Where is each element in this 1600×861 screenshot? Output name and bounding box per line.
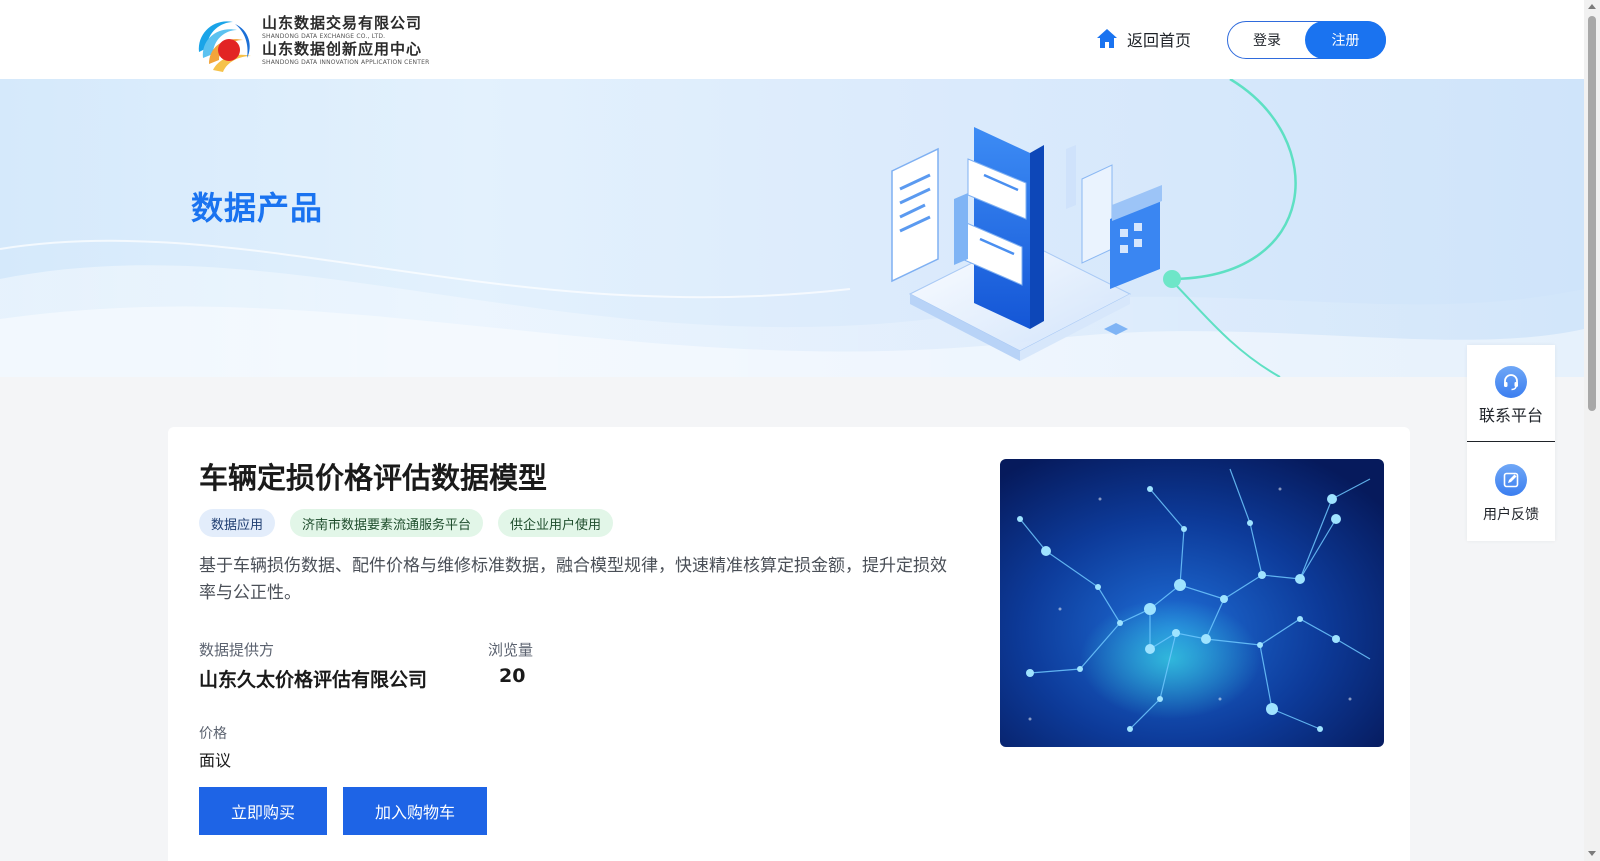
- login-button[interactable]: 登录: [1228, 22, 1306, 58]
- page-scrollbar[interactable]: [1584, 0, 1600, 861]
- tag-category: 数据应用: [199, 509, 276, 537]
- views-label: 浏览量: [488, 641, 534, 659]
- buy-now-button[interactable]: 立即购买: [199, 787, 327, 835]
- logo[interactable]: 山东数据交易有限公司 SHANDONG DATA EXCHANGE CO., L…: [191, 12, 451, 76]
- scrollbar-thumb[interactable]: [1588, 16, 1596, 411]
- logo-center-name: 山东数据创新应用中心: [262, 40, 423, 58]
- header: 山东数据交易有限公司 SHANDONG DATA EXCHANGE CO., L…: [0, 0, 1584, 79]
- price-value: 面议: [199, 751, 232, 770]
- price-label: 价格: [199, 726, 227, 742]
- provider-value: 山东久太价格评估有限公司: [199, 669, 428, 691]
- feedback-label: 用户反馈: [1483, 507, 1539, 523]
- tag-audience: 供企业用户使用: [498, 509, 614, 537]
- banner: 数据产品: [0, 79, 1584, 377]
- page: 山东数据交易有限公司 SHANDONG DATA EXCHANGE CO., L…: [0, 0, 1584, 861]
- edit-icon: [1495, 464, 1527, 496]
- home-link-label: 返回首页: [1127, 31, 1192, 50]
- contact-platform-button[interactable]: 联系平台: [1467, 345, 1555, 442]
- add-to-cart-button[interactable]: 加入购物车: [343, 787, 487, 835]
- product-card: 车辆定损价格评估数据模型 数据应用 济南市数据要素流通服务平台 供企业用户使用 …: [168, 427, 1410, 861]
- provider-label: 数据提供方: [199, 641, 275, 659]
- auth-buttons: 登录 注册: [1227, 21, 1386, 59]
- register-button[interactable]: 注册: [1305, 21, 1386, 59]
- headset-icon: [1495, 366, 1527, 398]
- home-link[interactable]: 返回首页: [1095, 26, 1191, 52]
- molecule-network-image: [1000, 459, 1384, 747]
- tag-platform: 济南市数据要素流通服务平台: [290, 509, 484, 537]
- product-description: 基于车辆损伤数据、配件价格与维修标准数据，融合模型规律，快速精准核算定损金额，提…: [199, 556, 947, 603]
- side-panel: 联系平台 用户反馈: [1467, 345, 1555, 541]
- scroll-down-arrow-icon[interactable]: [1588, 851, 1596, 856]
- contact-platform-label: 联系平台: [1478, 406, 1543, 425]
- logo-company-name: 山东数据交易有限公司: [262, 14, 423, 32]
- feedback-button[interactable]: 用户反馈: [1467, 443, 1555, 540]
- views-value: 20: [499, 665, 526, 687]
- logo-center-name-en: SHANDONG DATA INNOVATION APPLICATION CEN…: [262, 59, 430, 66]
- home-icon: [1097, 29, 1117, 48]
- product-tags: 数据应用 济南市数据要素流通服务平台 供企业用户使用: [199, 509, 614, 537]
- product-image: [1000, 459, 1384, 747]
- scroll-up-arrow-icon[interactable]: [1588, 4, 1596, 9]
- banner-title: 数据产品: [191, 189, 324, 227]
- product-title: 车辆定损价格评估数据模型: [199, 461, 548, 495]
- logo-icon: [198, 21, 251, 72]
